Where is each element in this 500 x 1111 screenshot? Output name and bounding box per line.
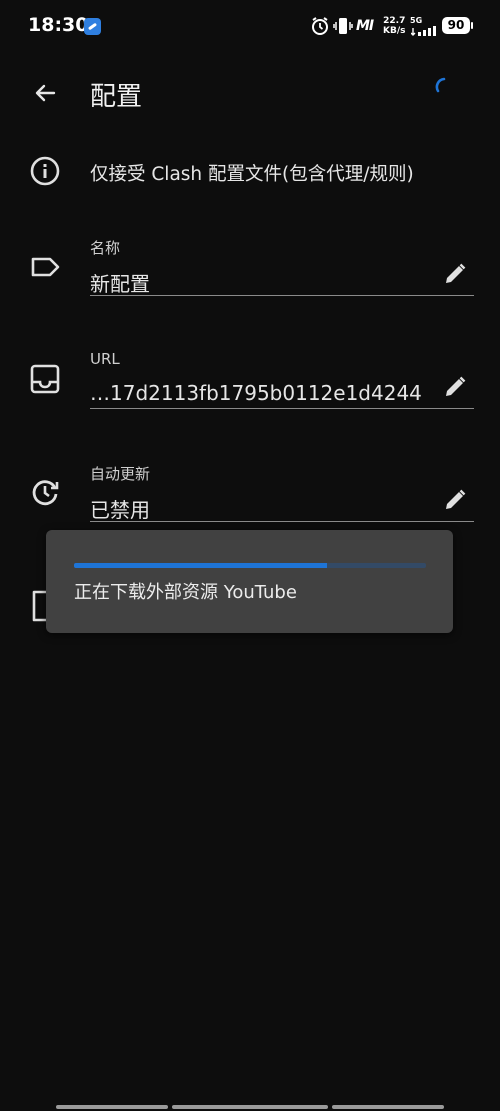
status-time: 18:30 [28, 14, 89, 36]
carrier-mark: MI [356, 18, 374, 34]
vibrate-icon [333, 18, 353, 34]
auto-update-underline [90, 521, 474, 522]
back-arrow-icon[interactable] [30, 78, 60, 108]
download-status-text: 正在下载外部资源 YouTube [74, 582, 297, 603]
name-field[interactable]: 名称 新配置 [0, 230, 500, 305]
network-speed-unit: KB/s [383, 26, 406, 36]
name-value: 新配置 [90, 272, 150, 296]
url-field[interactable]: URL …17d2113fb1795b0112e1d4244 [0, 343, 500, 418]
edit-pencil-icon[interactable] [442, 487, 468, 513]
history-icon [32, 480, 59, 506]
name-underline [90, 295, 474, 296]
signal-icon [411, 26, 436, 36]
url-label: URL [90, 350, 120, 368]
url-value: …17d2113fb1795b0112e1d4244 [90, 381, 422, 405]
nav-segment-right[interactable] [332, 1105, 444, 1109]
progress-bar [74, 563, 426, 568]
info-text: 仅接受 Clash 配置文件(包含代理/规则) [90, 164, 414, 185]
nav-segment-left[interactable] [56, 1105, 168, 1109]
url-underline [90, 408, 474, 409]
loading-spinner [435, 77, 446, 93]
inbox-icon [30, 364, 60, 394]
label-tag-icon [31, 257, 60, 277]
name-label: 名称 [90, 239, 121, 257]
network-type: 5G [410, 16, 423, 25]
auto-update-label: 自动更新 [90, 465, 151, 483]
battery-icon: 90 [442, 17, 473, 34]
auto-update-value: 已禁用 [90, 498, 150, 522]
auto-update-field[interactable]: 自动更新 已禁用 [0, 456, 500, 531]
progress-fill [74, 563, 328, 568]
network-speed: 22.7 KB/s [383, 16, 405, 36]
alarm-icon [312, 17, 328, 35]
download-progress-card: 正在下载外部资源 YouTube [46, 530, 453, 633]
network-speed-value: 22.7 [383, 16, 406, 26]
info-icon [30, 156, 60, 186]
page-title: 配置 [90, 82, 143, 112]
edit-pencil-icon[interactable] [442, 374, 468, 400]
app-icon [84, 18, 101, 35]
edit-pencil-icon[interactable] [442, 261, 468, 287]
nav-segment-center[interactable] [172, 1105, 328, 1109]
